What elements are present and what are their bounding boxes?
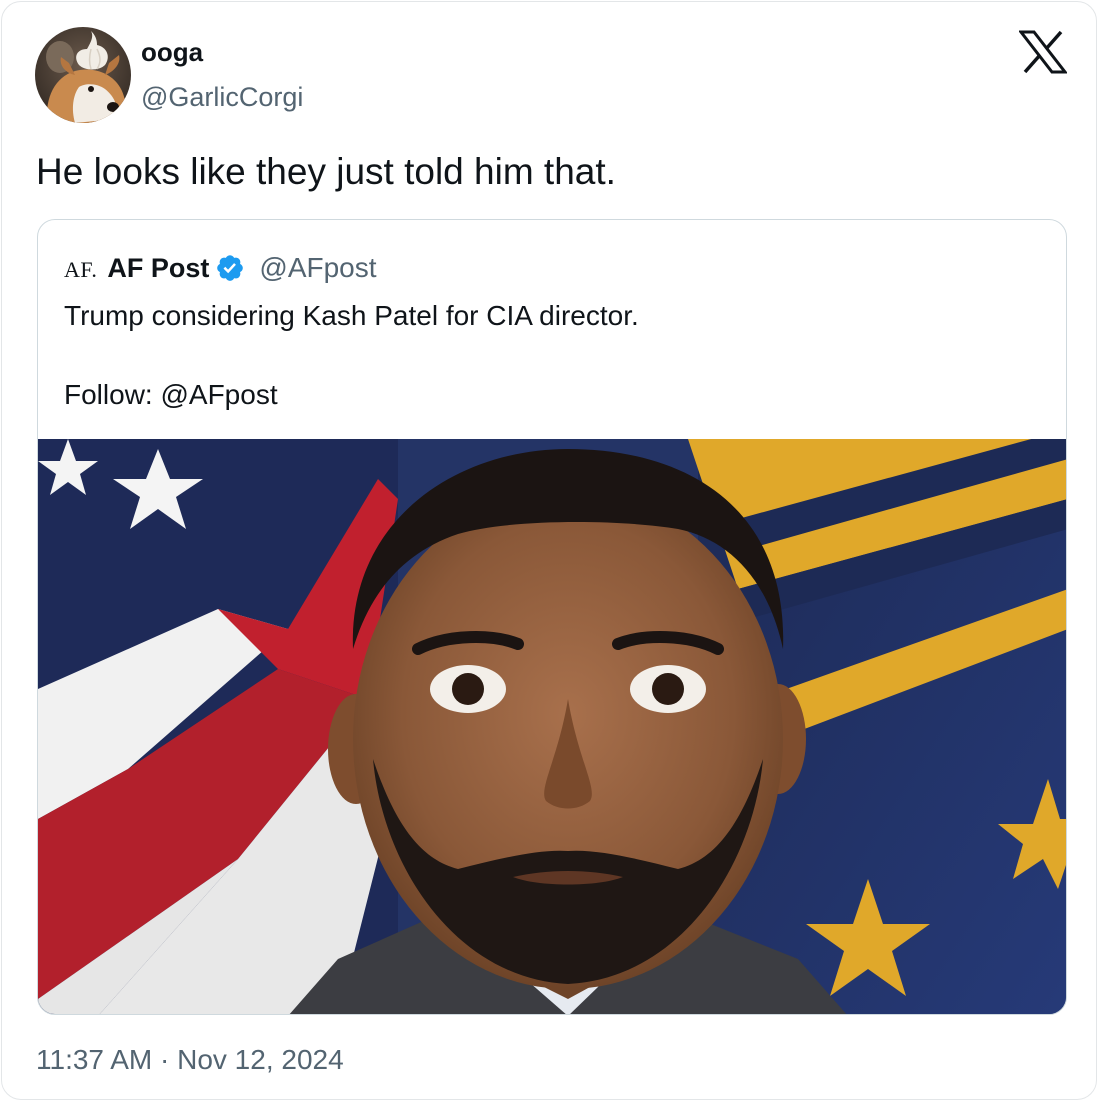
af-post-logo[interactable]: AF. <box>64 257 97 283</box>
quoted-tweet-header: AF. AF Post @AFpost <box>64 248 377 288</box>
tweet-card[interactable]: ooga @GarlicCorgi He looks like they jus… <box>1 1 1097 1100</box>
author-handle[interactable]: @GarlicCorgi <box>141 80 303 114</box>
x-logo-icon[interactable] <box>1017 30 1069 74</box>
quoted-author-handle[interactable]: @AFpost <box>259 252 376 284</box>
quoted-tweet[interactable]: AF. AF Post @AFpost Trump considering Ka… <box>37 219 1067 1015</box>
quoted-tweet-text-line-1: Trump considering Kash Patel for CIA dir… <box>64 300 639 331</box>
quoted-author-display-name[interactable]: AF Post <box>107 253 209 284</box>
tweet-timestamp[interactable]: 11:37 AM · Nov 12, 2024 <box>36 1042 344 1078</box>
corgi-avatar[interactable] <box>35 27 131 123</box>
portrait-image <box>38 439 1066 1014</box>
tweet-text: He looks like they just told him that. <box>36 151 616 192</box>
quoted-tweet-text-line-2: Follow: @AFpost <box>64 379 278 410</box>
verified-badge-icon <box>215 253 245 283</box>
avatar-image <box>35 27 131 123</box>
portrait-photo[interactable] <box>38 439 1066 1014</box>
author-display-name[interactable]: ooga <box>141 36 203 68</box>
